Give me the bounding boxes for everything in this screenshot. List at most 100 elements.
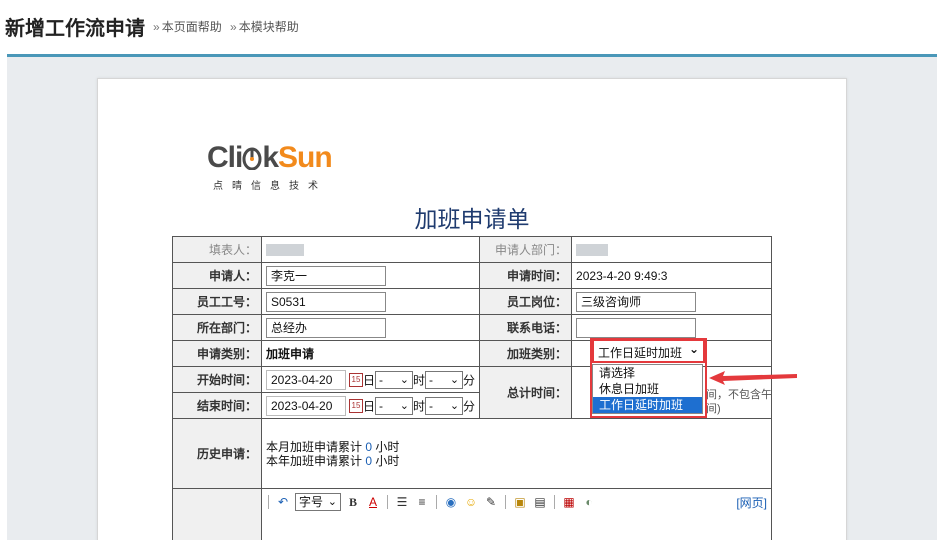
globe-icon[interactable]: ◉ [443, 494, 459, 510]
chevron-down-icon: ⌄ [399, 399, 410, 412]
filler-value [260, 236, 481, 263]
logo-subtitle: 点晴信息技术 [213, 181, 327, 192]
history-label: 历史申请： [172, 418, 262, 489]
annotation-arrow-icon [709, 371, 797, 385]
apply-time-label: 申请时间： [479, 262, 573, 289]
reason-label [172, 488, 262, 540]
post-label: 员工岗位： [479, 288, 573, 315]
start-time-label: 开始时间： [172, 366, 262, 393]
phone-cell [571, 314, 772, 341]
minute-unit: 分 [463, 399, 476, 413]
calendar-icon[interactable]: 15 [349, 398, 363, 413]
end-date-input[interactable]: 2023-04-20 [266, 395, 346, 416]
day-unit: 日 [363, 373, 376, 387]
page-title: 新增工作流申请 [5, 18, 145, 40]
clicksun-logo: Cli kSun 点晴信息技术 [207, 140, 357, 192]
toolbar-divider [268, 495, 269, 509]
help-page-link[interactable]: » 本页面帮助 [153, 18, 222, 35]
applicant-dept-value [571, 236, 772, 263]
image-icon[interactable]: ▣ [512, 494, 528, 510]
emp-no-cell: S0531 [260, 288, 481, 315]
total-note-line1: 间，不包含午 [706, 389, 772, 401]
history-month-value: 0 [365, 439, 373, 454]
option-please-select[interactable]: 请选择 [593, 365, 702, 381]
ot-type-label: 加班类别： [479, 340, 573, 367]
dept-cell: 总经办 [260, 314, 481, 341]
table-row: 申请人： 李克一 申请时间： 2023-4-20 9:49:3 [172, 262, 772, 289]
page-header: 新增工作流申请 » 本页面帮助 » 本模块帮助 [0, 0, 943, 52]
editor-toolbar: ↶ 字号 ⌄ B A ☰ ≡ ◉ ☺ ✎ ▣ ▤ ▦ ◐ [网页] [266, 491, 767, 513]
toolbar-divider [387, 495, 388, 509]
align-icon[interactable]: ☰ [394, 494, 410, 510]
apply-time-value: 2023-4-20 9:49:3 [571, 262, 772, 289]
dept-input[interactable]: 总经办 [266, 317, 386, 338]
option-rest-day[interactable]: 休息日加班 [593, 381, 702, 397]
font-color-icon[interactable]: A [365, 494, 381, 510]
ot-type-select[interactable]: 工作日延时加班 ⌄ [592, 339, 705, 363]
mouse-logo-icon [242, 147, 262, 171]
emp-no-input[interactable]: S0531 [266, 291, 386, 312]
list-icon[interactable]: ≡ [414, 494, 430, 510]
toolbar-divider [554, 495, 555, 509]
minute-unit: 分 [463, 373, 476, 387]
start-time-cell: 2023-04-20 15 日 - ⌄ 时 - ⌄ 分 [260, 366, 481, 393]
emp-no-label: 员工工号： [172, 288, 262, 315]
table-row: 员工工号： S0531 员工岗位： 三级咨询师 [172, 288, 772, 315]
help-module-label: 本模块帮助 [238, 20, 299, 34]
double-chevron-icon: » [230, 20, 237, 34]
start-minute-select[interactable]: - ⌄ [425, 370, 464, 389]
filler-label: 填表人： [172, 236, 262, 263]
bold-icon[interactable]: B [345, 494, 361, 510]
chevron-down-icon: ⌄ [399, 373, 410, 386]
emoji-icon[interactable]: ☺ [463, 494, 479, 510]
start-hour-select[interactable]: - ⌄ [375, 370, 414, 389]
chevron-down-icon: ⌄ [688, 342, 699, 356]
redacted-value [266, 244, 304, 257]
end-hour-select[interactable]: - ⌄ [375, 396, 414, 415]
table-row: 所在部门： 总经办 联系电话： [172, 314, 772, 341]
post-input[interactable]: 三级咨询师 [576, 291, 697, 312]
phone-input[interactable] [576, 317, 697, 338]
font-size-select[interactable]: 字号 ⌄ [295, 493, 341, 511]
table-row: 历史申请： 本月加班申请累计 0 小时 本年加班申请累计 0 小时 [172, 418, 772, 489]
option-workday-extended[interactable]: 工作日延时加班 [593, 397, 702, 413]
chevron-down-icon: ⌄ [449, 373, 460, 386]
editor-cell: ↶ 字号 ⌄ B A ☰ ≡ ◉ ☺ ✎ ▣ ▤ ▦ ◐ [网页] [261, 488, 772, 540]
preview-icon[interactable]: ◐ [581, 494, 597, 510]
edit-icon[interactable]: ✎ [483, 494, 499, 510]
day-unit: 日 [363, 399, 376, 413]
apply-type-value: 加班申请 [260, 340, 481, 367]
hour-unit: 时 [413, 399, 426, 413]
applicant-dept-label: 申请人部门： [479, 236, 573, 263]
history-month: 本月加班申请累计 0 小时 [266, 439, 400, 454]
help-module-link[interactable]: » 本模块帮助 [230, 18, 299, 35]
help-page-label: 本页面帮助 [161, 20, 222, 34]
end-time-cell: 2023-04-20 15 日 - ⌄ 时 - ⌄ 分 [260, 392, 481, 419]
end-time-label: 结束时间： [172, 392, 262, 419]
history-cell: 本月加班申请累计 0 小时 本年加班申请累计 0 小时 [261, 418, 772, 489]
history-year-value: 0 [365, 453, 373, 468]
ot-type-selected[interactable]: 工作日延时加班 ⌄ [592, 339, 705, 363]
total-time-label: 总计时间： [479, 366, 573, 419]
undo-icon[interactable]: ↶ [275, 494, 291, 510]
applicant-cell: 李克一 [260, 262, 481, 289]
ot-type-options: 请选择 休息日加班 工作日延时加班 [592, 364, 703, 414]
applicant-label: 申请人： [172, 262, 262, 289]
flag-icon[interactable]: ▦ [561, 494, 577, 510]
dept-label: 所在部门： [172, 314, 262, 341]
save-icon[interactable]: ▤ [532, 494, 548, 510]
calendar-icon[interactable]: 15 [349, 372, 363, 387]
toolbar-divider [436, 495, 437, 509]
phone-label: 联系电话： [479, 314, 573, 341]
end-minute-select[interactable]: - ⌄ [425, 396, 464, 415]
table-row: 填表人： 申请人部门： [172, 236, 772, 263]
history-year: 本年加班申请累计 0 小时 [266, 453, 400, 468]
start-date-input[interactable]: 2023-04-20 [266, 369, 346, 390]
form-title: 加班申请单 [414, 206, 530, 232]
webpage-mode-link[interactable]: [网页] [736, 494, 767, 511]
applicant-input[interactable]: 李克一 [266, 265, 386, 286]
chevron-down-icon: ⌄ [449, 399, 460, 412]
redacted-value [576, 244, 609, 257]
post-cell: 三级咨询师 [571, 288, 772, 315]
toolbar-divider [505, 495, 506, 509]
